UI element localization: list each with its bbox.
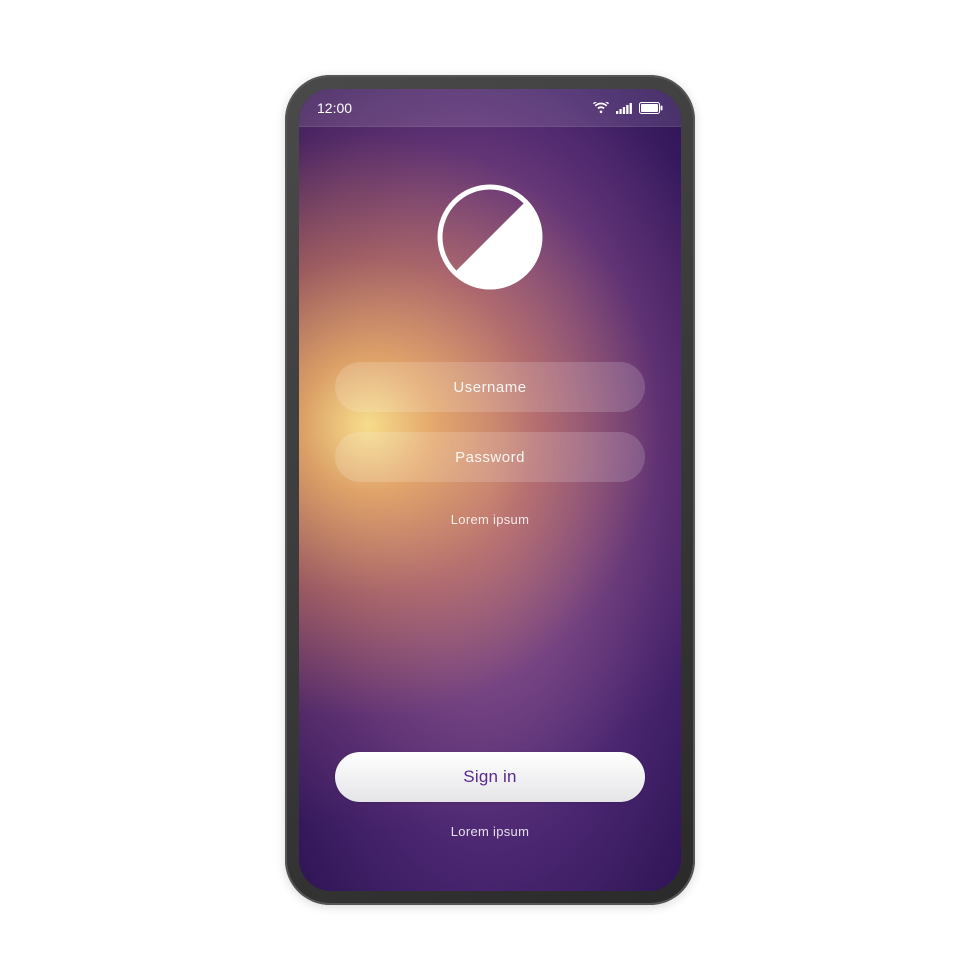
- status-time: 12:00: [317, 100, 352, 116]
- wifi-icon: [593, 102, 609, 114]
- status-icons: [593, 102, 663, 114]
- battery-icon: [639, 102, 663, 114]
- phone-frame: 12:00 Lorem: [285, 75, 695, 905]
- login-content: Lorem ipsum Sign in Lorem ipsum: [299, 127, 681, 891]
- phone-screen: 12:00 Lorem: [299, 89, 681, 891]
- signup-helper-text[interactable]: Lorem ipsum: [451, 824, 529, 839]
- app-logo: [435, 182, 545, 292]
- forgot-helper-text[interactable]: Lorem ipsum: [451, 512, 529, 527]
- status-bar: 12:00: [299, 89, 681, 127]
- signal-icon: [616, 102, 632, 114]
- signin-button[interactable]: Sign in: [335, 752, 645, 802]
- password-input[interactable]: [335, 432, 645, 482]
- username-input[interactable]: [335, 362, 645, 412]
